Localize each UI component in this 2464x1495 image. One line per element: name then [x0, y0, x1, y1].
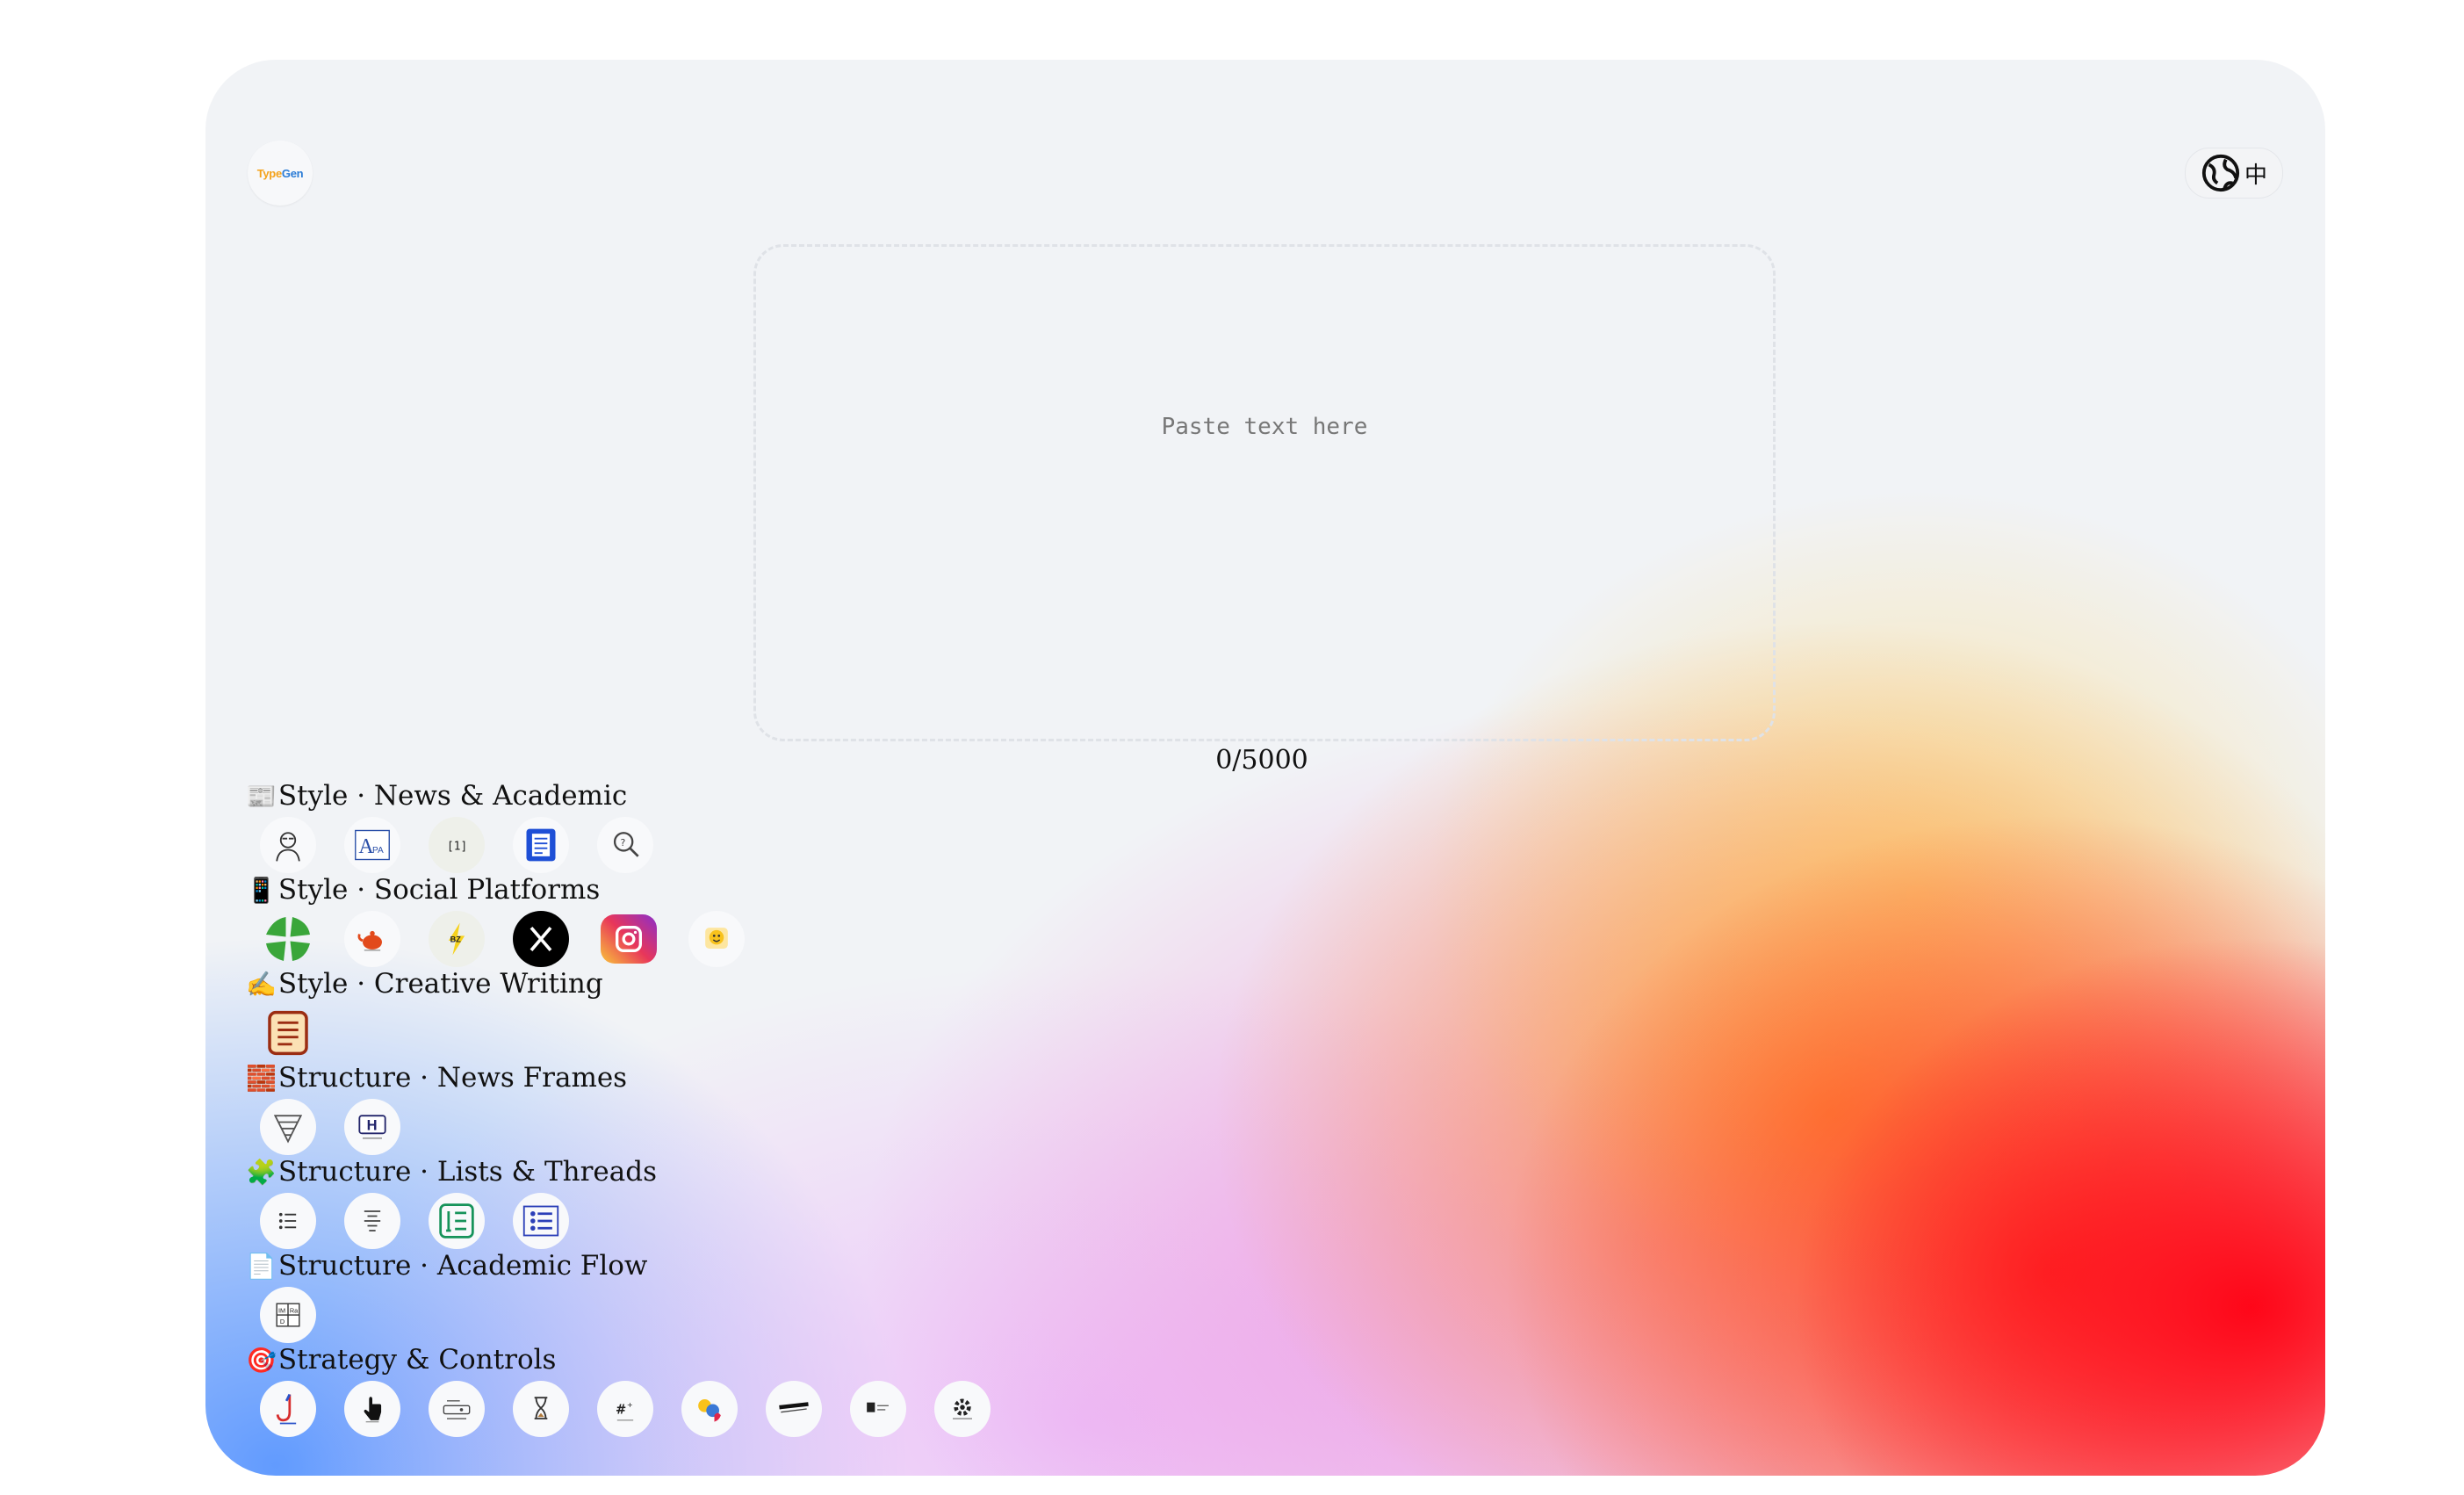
section-structure-lists-threads: 🧩Structure · Lists & Threads: [246, 1154, 1300, 1249]
section-title: 🎯Strategy & Controls: [246, 1344, 557, 1376]
section-title: 🧱Structure · News Frames: [246, 1062, 628, 1094]
cta-keyboard-icon[interactable]: [429, 1381, 485, 1437]
section-emoji-icon: 📱: [246, 876, 277, 905]
emoji-face-icon[interactable]: [688, 911, 745, 967]
section-emoji-icon: 🧩: [246, 1158, 277, 1187]
section-emoji-icon: 🎯: [246, 1346, 277, 1375]
section-emoji-icon: 🧱: [246, 1064, 277, 1093]
thread-list-icon[interactable]: [344, 1193, 400, 1249]
language-switch-button[interactable]: 中: [2185, 148, 2283, 199]
apa-style-icon[interactable]: A PA: [344, 817, 400, 873]
svg-text:#: #: [616, 1403, 626, 1418]
bullet-list-icon[interactable]: [260, 1193, 316, 1249]
section-structure-news-frames: 🧱Structure · News Frames H: [246, 1060, 1300, 1155]
section-emoji-icon: 📄: [246, 1252, 277, 1281]
svg-text:D: D: [280, 1318, 285, 1325]
document-icon[interactable]: [513, 817, 569, 873]
section-emoji-icon: ✍️: [246, 970, 277, 999]
imrad-icon[interactable]: IM Ra D: [260, 1287, 316, 1343]
section-title: 📄Structure · Academic Flow: [246, 1250, 648, 1282]
option-sections: 📰Style · News & Academic A PA [1] ? 📱Sty…: [246, 778, 1300, 1437]
notepad-icon[interactable]: [260, 1005, 316, 1061]
section-title: 📱Style · Social Platforms: [246, 874, 601, 906]
logo-text: TypeGen: [256, 166, 304, 180]
x-logo-icon[interactable]: [513, 911, 569, 967]
svg-text:Ra: Ra: [290, 1306, 299, 1314]
section-style-news-academic: 📰Style · News & Academic A PA [1] ?: [246, 778, 1300, 873]
headline-h-icon[interactable]: H: [344, 1099, 400, 1155]
summary-card-icon[interactable]: [850, 1381, 906, 1437]
section-structure-academic-flow: 📄Structure · Academic Flow IM Ra D: [246, 1248, 1300, 1343]
svg-text:?: ?: [621, 837, 626, 849]
emoji-people-icon[interactable]: [681, 1381, 738, 1437]
icon-row: A PA [1] ?: [260, 817, 653, 873]
section-emoji-icon: 📰: [246, 782, 277, 811]
svg-text:BZ: BZ: [450, 935, 462, 944]
hashtag-icon[interactable]: # +: [597, 1381, 653, 1437]
magnifier-icon[interactable]: ?: [597, 817, 653, 873]
instagram-logo-icon[interactable]: [601, 914, 657, 964]
globe-language-icon: [2201, 154, 2240, 192]
character-counter: 0/5000: [1215, 745, 1308, 776]
icon-row: [260, 1005, 316, 1061]
settings-gear-icon[interactable]: [934, 1381, 991, 1437]
section-style-creative-writing: ✍️Style · Creative Writing: [246, 966, 1300, 1060]
lightning-bz-icon[interactable]: BZ: [429, 911, 485, 967]
paste-text-input[interactable]: [774, 264, 1755, 721]
pointer-hand-icon[interactable]: [344, 1381, 400, 1437]
four-leaf-clover-icon[interactable]: [260, 911, 316, 967]
language-label: 中: [2244, 162, 2267, 189]
checklist-icon[interactable]: [513, 1193, 569, 1249]
text-input-area: [753, 244, 1776, 741]
icon-row: H: [260, 1099, 400, 1155]
clickbait-hook-icon[interactable]: [260, 1381, 316, 1437]
typegen-logo[interactable]: TypeGen: [248, 141, 313, 206]
app-card: TypeGen 中 0/5000 📰Style · News & Academi…: [205, 60, 2325, 1476]
svg-text:[1]: [1]: [447, 841, 467, 854]
icon-row: BZ: [260, 911, 745, 967]
section-title: 🧩Structure · Lists & Threads: [246, 1156, 657, 1188]
svg-text:IM: IM: [278, 1306, 285, 1314]
svg-text:H: H: [367, 1118, 378, 1134]
portrait-sketch-icon[interactable]: [260, 817, 316, 873]
reddit-teapot-icon[interactable]: [344, 911, 400, 967]
icon-row: # +: [260, 1381, 991, 1437]
section-title: ✍️Style · Creative Writing: [246, 968, 603, 1000]
inverted-pyramid-icon[interactable]: [260, 1099, 316, 1155]
hourglass-icon[interactable]: [513, 1381, 569, 1437]
svg-text:+: +: [627, 1400, 633, 1409]
keyword-bar-icon[interactable]: [766, 1381, 822, 1437]
numbered-citation-icon[interactable]: [1]: [429, 817, 485, 873]
svg-text:PA: PA: [372, 846, 384, 856]
section-strategy-controls: 🎯Strategy & Controls # +: [246, 1342, 1300, 1437]
numbered-list-icon[interactable]: [429, 1193, 485, 1249]
icon-row: [260, 1193, 569, 1249]
section-title: 📰Style · News & Academic: [246, 780, 628, 812]
icon-row: IM Ra D: [260, 1287, 316, 1343]
section-style-social-platforms: 📱Style · Social Platforms BZ: [246, 872, 1300, 967]
